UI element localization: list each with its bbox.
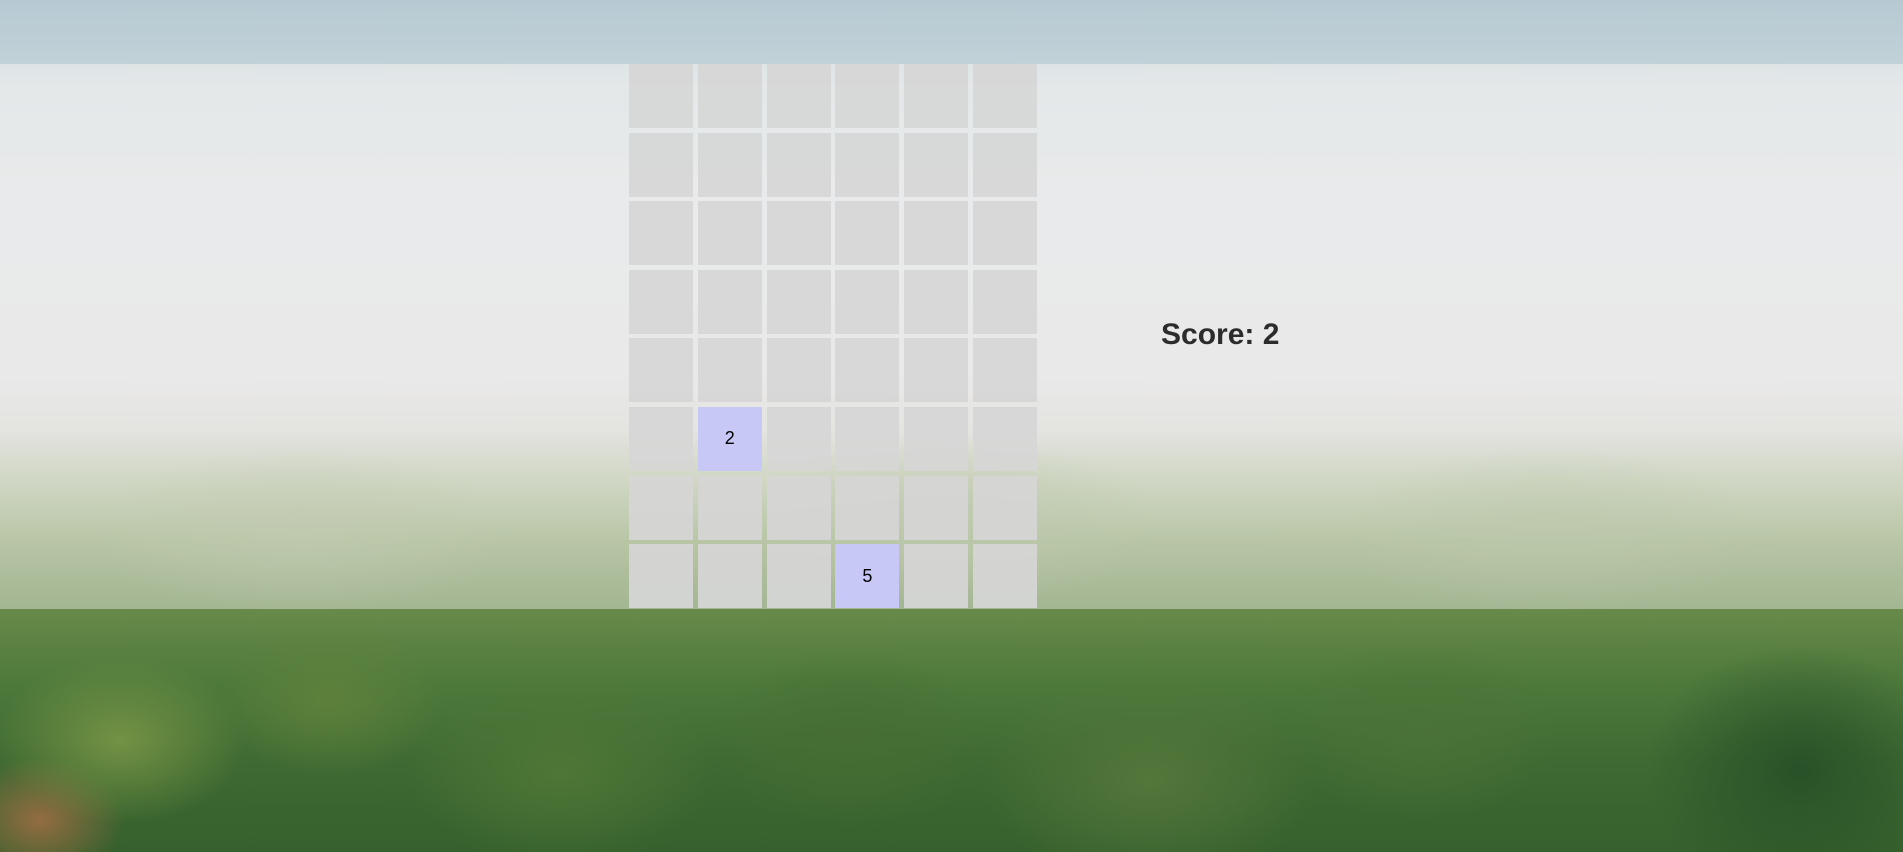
board-cell[interactable]	[629, 475, 693, 540]
board-cell[interactable]	[904, 406, 969, 471]
board-cell[interactable]	[766, 269, 831, 334]
board-cell[interactable]	[904, 475, 969, 540]
board-cell[interactable]	[835, 338, 900, 403]
board-cell[interactable]	[904, 269, 969, 334]
number-tile[interactable]: 5	[835, 544, 900, 609]
board-cell[interactable]	[697, 475, 762, 540]
board-cell[interactable]	[972, 201, 1037, 266]
board-cell[interactable]	[766, 201, 831, 266]
board-cell[interactable]	[904, 544, 969, 609]
board-cell[interactable]	[972, 475, 1037, 540]
board-cell[interactable]	[697, 338, 762, 403]
board-cell[interactable]	[972, 269, 1037, 334]
board-cell[interactable]	[835, 64, 900, 128]
top-bar	[0, 0, 1903, 64]
board-cell[interactable]	[629, 64, 693, 128]
board-cell[interactable]	[835, 132, 900, 197]
game-screen: 25 Score: 2	[0, 0, 1903, 852]
board-cell[interactable]	[835, 201, 900, 266]
board-cell[interactable]	[697, 132, 762, 197]
board-cell[interactable]	[697, 64, 762, 128]
board-cell[interactable]	[972, 64, 1037, 128]
board-cell[interactable]	[766, 475, 831, 540]
score-display: Score: 2	[1161, 318, 1280, 351]
board-cell[interactable]	[629, 269, 693, 334]
board-cell[interactable]	[904, 338, 969, 403]
board-cell[interactable]	[972, 132, 1037, 197]
board-cell[interactable]	[697, 269, 762, 334]
board-cell[interactable]	[629, 132, 693, 197]
board-cell[interactable]	[835, 269, 900, 334]
board-cell[interactable]	[972, 406, 1037, 471]
board-cell[interactable]	[972, 544, 1037, 609]
number-tile[interactable]: 2	[697, 406, 762, 471]
board-cell[interactable]	[904, 64, 969, 128]
board-cell[interactable]	[972, 338, 1037, 403]
board-cell[interactable]	[629, 544, 693, 609]
board-cell[interactable]	[766, 338, 831, 403]
board-cell[interactable]	[766, 132, 831, 197]
board-cell[interactable]	[766, 64, 831, 128]
board-cell[interactable]	[697, 544, 762, 609]
game-board[interactable]: 25	[629, 64, 1037, 610]
board-cell[interactable]	[629, 406, 693, 471]
board-cell[interactable]	[766, 544, 831, 609]
board-cell[interactable]	[766, 406, 831, 471]
board-cell[interactable]	[835, 475, 900, 540]
board-cell[interactable]	[904, 201, 969, 266]
board-cell[interactable]	[904, 132, 969, 197]
board-cell[interactable]	[697, 201, 762, 266]
board-cell[interactable]	[835, 406, 900, 471]
board-cell[interactable]	[629, 338, 693, 403]
board-cell[interactable]	[629, 201, 693, 266]
